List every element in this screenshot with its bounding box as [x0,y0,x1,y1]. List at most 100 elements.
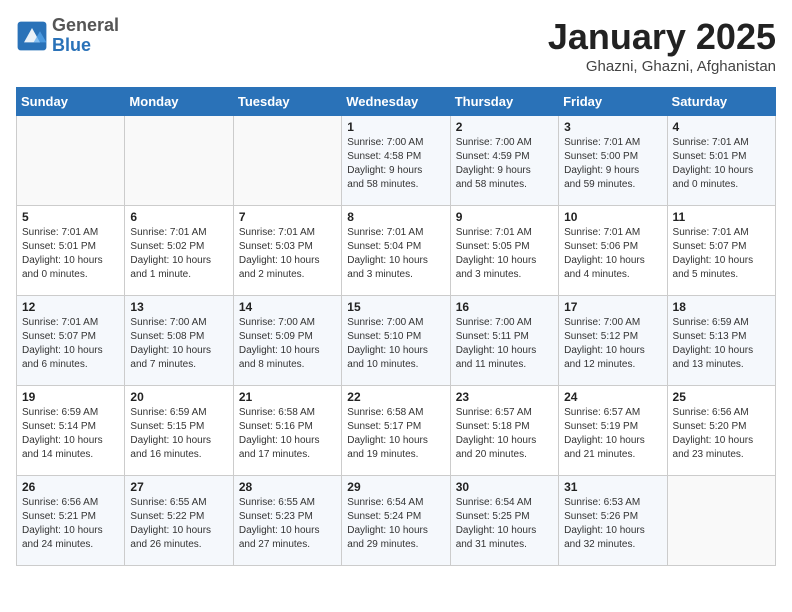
day-info: Sunrise: 6:56 AMSunset: 5:20 PMDaylight:… [673,406,770,462]
calendar-week-2: 5 Sunrise: 7:01 AMSunset: 5:01 PMDaylight… [17,206,776,296]
day-number: 23 [456,390,553,404]
day-number: 29 [347,480,444,494]
day-number: 14 [239,300,336,314]
day-info: Sunrise: 6:56 AMSunset: 5:21 PMDaylight:… [22,496,119,552]
calendar-cell: 31 Sunrise: 6:53 AMSunset: 5:26 PMDayligh… [559,476,667,566]
day-info: Sunrise: 6:59 AMSunset: 5:15 PMDaylight:… [130,406,227,462]
calendar-cell: 19 Sunrise: 6:59 AMSunset: 5:14 PMDayligh… [17,386,125,476]
day-number: 18 [673,300,770,314]
calendar-week-1: 1 Sunrise: 7:00 AMSunset: 4:58 PMDaylight… [17,116,776,206]
calendar-cell: 28Sunrise: 6:55 AMSunset: 5:23 PMDayligh… [233,476,341,566]
day-number: 10 [564,210,661,224]
day-info: Sunrise: 7:01 AMSunset: 5:04 PMDaylight:… [347,226,444,282]
day-info: Sunrise: 6:54 AMSunset: 5:25 PMDaylight:… [456,496,553,552]
day-number: 15 [347,300,444,314]
day-info: Sunrise: 7:00 AMSunset: 4:59 PMDaylight:… [456,136,553,192]
logo-text: General Blue [52,16,119,56]
day-number: 27 [130,480,227,494]
logo: General Blue [16,16,119,56]
day-info: Sunrise: 7:00 AMSunset: 5:10 PMDaylight:… [347,316,444,372]
day-info: Sunrise: 7:01 AMSunset: 5:07 PMDaylight:… [673,226,770,282]
calendar-cell [125,116,233,206]
day-info: Sunrise: 7:01 AMSunset: 5:06 PMDaylight:… [564,226,661,282]
calendar-cell: 26 Sunrise: 6:56 AMSunset: 5:21 PMDayligh… [17,476,125,566]
day-number: 13 [130,300,227,314]
day-info: Sunrise: 7:01 AMSunset: 5:03 PMDaylight:… [239,226,336,282]
day-info: Sunrise: 6:54 AMSunset: 5:24 PMDaylight:… [347,496,444,552]
calendar-cell: 9 Sunrise: 7:01 AMSunset: 5:05 PMDaylight… [450,206,558,296]
calendar-cell: 15 Sunrise: 7:00 AMSunset: 5:10 PMDayligh… [342,296,450,386]
calendar-cell: 12 Sunrise: 7:01 AMSunset: 5:07 PMDayligh… [17,296,125,386]
calendar-cell: 2 Sunrise: 7:00 AMSunset: 4:59 PMDaylight… [450,116,558,206]
calendar-table: SundayMondayTuesdayWednesdayThursdayFrid… [16,87,776,566]
day-number: 24 [564,390,661,404]
calendar-cell: 1 Sunrise: 7:00 AMSunset: 4:58 PMDaylight… [342,116,450,206]
day-number: 28 [239,480,336,494]
calendar-week-3: 12 Sunrise: 7:01 AMSunset: 5:07 PMDayligh… [17,296,776,386]
day-number: 5 [22,210,119,224]
day-number: 20 [130,390,227,404]
calendar-week-5: 26 Sunrise: 6:56 AMSunset: 5:21 PMDayligh… [17,476,776,566]
logo-blue: Blue [52,36,119,56]
day-number: 12 [22,300,119,314]
header-sunday: Sunday [17,88,125,116]
day-number: 7 [239,210,336,224]
calendar-cell: 14 Sunrise: 7:00 AMSunset: 5:09 PMDayligh… [233,296,341,386]
day-number: 9 [456,210,553,224]
day-info: Sunrise: 7:01 AMSunset: 5:00 PMDaylight:… [564,136,661,192]
day-info: Sunrise: 6:57 AMSunset: 5:19 PMDaylight:… [564,406,661,462]
calendar-cell: 11 Sunrise: 7:01 AMSunset: 5:07 PMDayligh… [667,206,775,296]
day-number: 11 [673,210,770,224]
calendar-cell: 25Sunrise: 6:56 AMSunset: 5:20 PMDayligh… [667,386,775,476]
day-info: Sunrise: 7:00 AMSunset: 4:58 PMDaylight:… [347,136,444,192]
day-info: Sunrise: 7:01 AMSunset: 5:02 PMDaylight:… [130,226,227,282]
header-friday: Friday [559,88,667,116]
day-number: 8 [347,210,444,224]
day-number: 22 [347,390,444,404]
calendar-cell: 4Sunrise: 7:01 AMSunset: 5:01 PMDaylight… [667,116,775,206]
day-info: Sunrise: 6:53 AMSunset: 5:26 PMDaylight:… [564,496,661,552]
calendar-title: January 2025 [548,16,776,58]
calendar-cell: 21Sunrise: 6:58 AMSunset: 5:16 PMDayligh… [233,386,341,476]
day-info: Sunrise: 7:01 AMSunset: 5:05 PMDaylight:… [456,226,553,282]
day-number: 16 [456,300,553,314]
day-number: 2 [456,120,553,134]
calendar-cell: 17Sunrise: 7:00 AMSunset: 5:12 PMDayligh… [559,296,667,386]
day-number: 6 [130,210,227,224]
logo-general: General [52,16,119,36]
calendar-cell [233,116,341,206]
header-monday: Monday [125,88,233,116]
calendar-cell: 24 Sunrise: 6:57 AMSunset: 5:19 PMDayligh… [559,386,667,476]
calendar-cell [667,476,775,566]
page-header: General Blue January 2025 Ghazni, Ghazni… [16,16,776,75]
day-info: Sunrise: 6:59 AMSunset: 5:13 PMDaylight:… [673,316,770,372]
day-number: 31 [564,480,661,494]
day-number: 19 [22,390,119,404]
day-info: Sunrise: 7:00 AMSunset: 5:08 PMDaylight:… [130,316,227,372]
day-info: Sunrise: 6:59 AMSunset: 5:14 PMDaylight:… [22,406,119,462]
header-thursday: Thursday [450,88,558,116]
day-number: 3 [564,120,661,134]
day-info: Sunrise: 7:01 AMSunset: 5:07 PMDaylight:… [22,316,119,372]
day-number: 21 [239,390,336,404]
calendar-header-row: SundayMondayTuesdayWednesdayThursdayFrid… [17,88,776,116]
calendar-week-4: 19 Sunrise: 6:59 AMSunset: 5:14 PMDayligh… [17,386,776,476]
calendar-cell: 10 Sunrise: 7:01 AMSunset: 5:06 PMDayligh… [559,206,667,296]
calendar-subtitle: Ghazni, Ghazni, Afghanistan [548,58,776,75]
day-number: 1 [347,120,444,134]
calendar-cell: 29 Sunrise: 6:54 AMSunset: 5:24 PMDayligh… [342,476,450,566]
day-info: Sunrise: 6:57 AMSunset: 5:18 PMDaylight:… [456,406,553,462]
calendar-cell: 20 Sunrise: 6:59 AMSunset: 5:15 PMDayligh… [125,386,233,476]
calendar-cell: 22Sunrise: 6:58 AMSunset: 5:17 PMDayligh… [342,386,450,476]
header-wednesday: Wednesday [342,88,450,116]
calendar-cell: 16Sunrise: 7:00 AMSunset: 5:11 PMDayligh… [450,296,558,386]
header-saturday: Saturday [667,88,775,116]
day-info: Sunrise: 7:01 AMSunset: 5:01 PMDaylight:… [673,136,770,192]
day-info: Sunrise: 7:00 AMSunset: 5:09 PMDaylight:… [239,316,336,372]
header-tuesday: Tuesday [233,88,341,116]
title-block: January 2025 Ghazni, Ghazni, Afghanistan [548,16,776,75]
calendar-cell: 27Sunrise: 6:55 AMSunset: 5:22 PMDayligh… [125,476,233,566]
day-info: Sunrise: 7:01 AMSunset: 5:01 PMDaylight:… [22,226,119,282]
day-number: 26 [22,480,119,494]
calendar-cell: 7 Sunrise: 7:01 AMSunset: 5:03 PMDaylight… [233,206,341,296]
